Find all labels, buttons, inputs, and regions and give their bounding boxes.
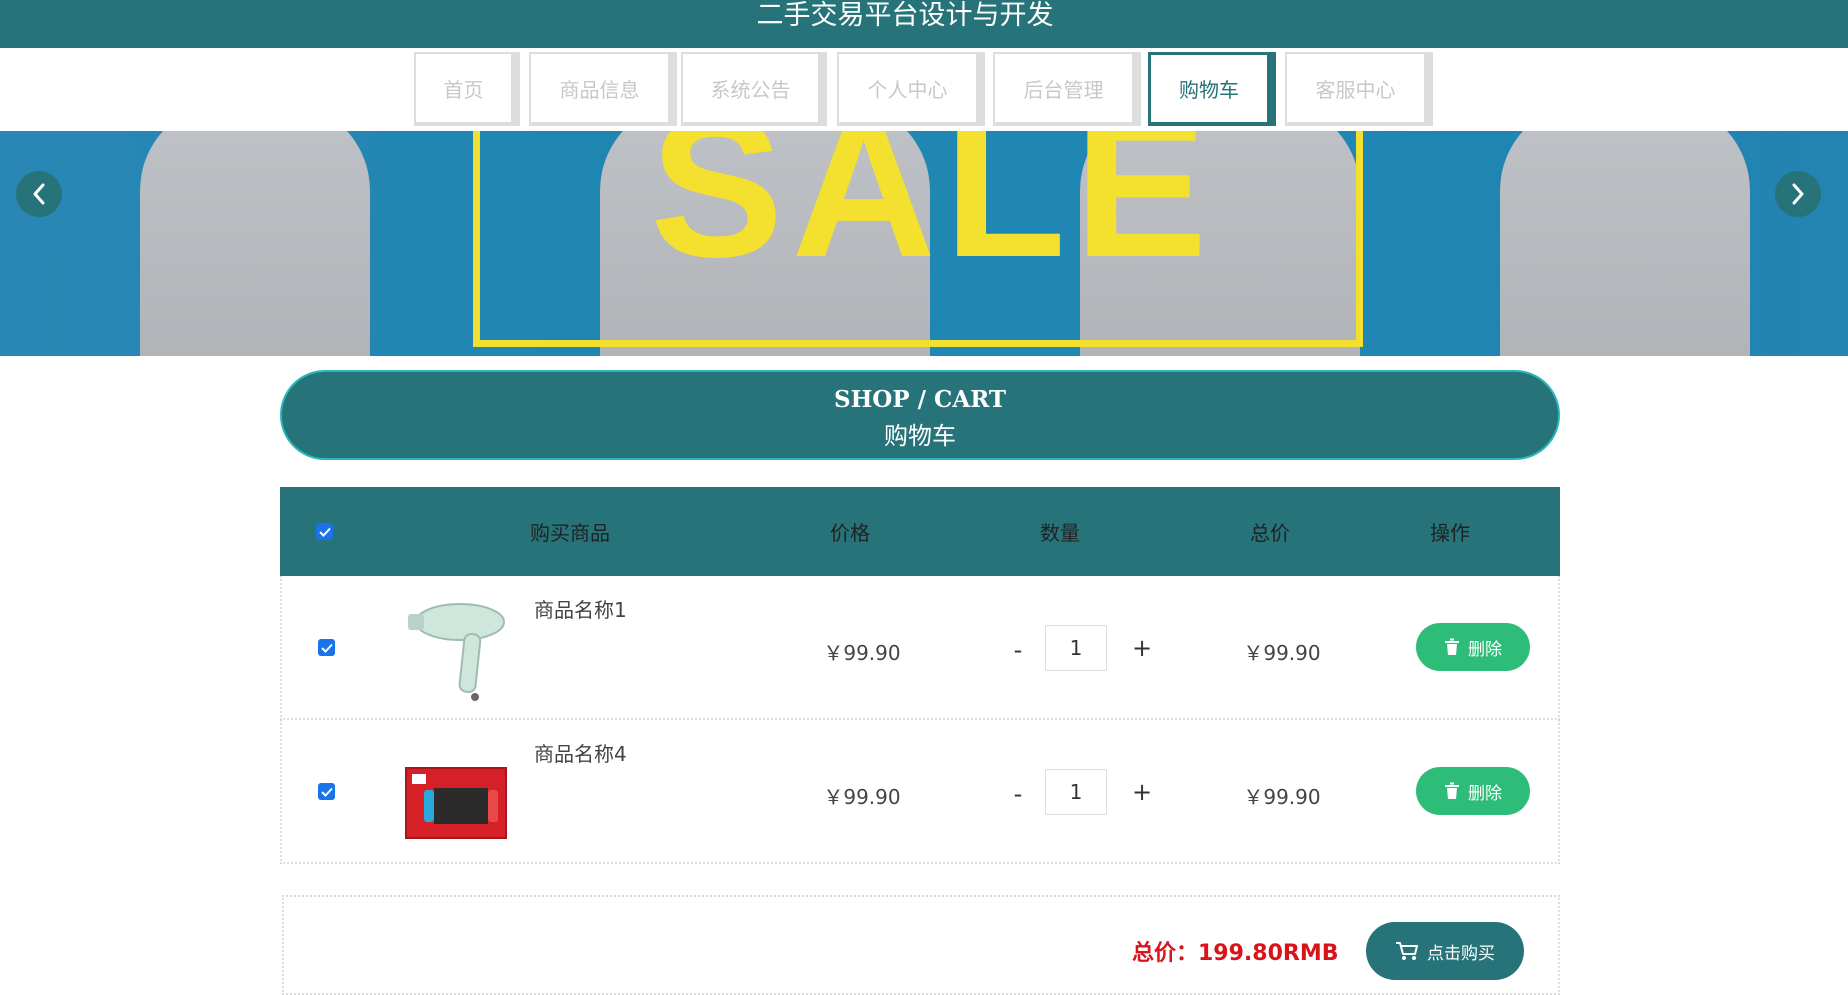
trash-icon [1445,638,1459,655]
header-total: 总价 [1250,521,1290,545]
quantity-input[interactable]: 1 [1045,625,1107,671]
banner-model [1500,131,1750,356]
table-header: 购买商品 价格 数量 总价 操作 [280,487,1560,576]
trash-icon [1445,782,1459,799]
nav-home[interactable]: 首页 [414,52,520,126]
row-total: ￥99.90 [1243,641,1321,665]
section-title-banner: SHOP / CART 购物车 [280,370,1560,460]
checkout-button[interactable]: 点击购买 [1366,922,1524,980]
hair-dryer-image[interactable] [400,594,510,704]
product-price: ￥99.90 [823,785,901,809]
delete-label: 删除 [1468,639,1502,660]
product-name[interactable]: 商品名称4 [534,738,627,767]
header-product: 购买商品 [530,521,610,545]
header-price: 价格 [830,521,870,545]
carousel-next-button[interactable] [1775,171,1821,217]
decrement-button[interactable]: - [1006,780,1030,808]
table-row: 商品名称4 ￥99.90 - 1 + ￥99.90 删除 [280,720,1560,864]
check-icon [320,643,333,653]
check-icon [320,787,333,797]
increment-button[interactable]: + [1130,778,1154,806]
product-name[interactable]: 商品名称1 [534,594,627,623]
row-total: ￥99.90 [1243,785,1321,809]
delete-button[interactable]: 删除 [1416,623,1530,671]
delete-button[interactable]: 删除 [1416,767,1530,815]
chevron-left-icon [33,183,45,205]
cart-icon [1396,942,1418,960]
row-checkbox[interactable] [318,783,335,800]
chevron-right-icon [1792,183,1804,205]
cart-total: 总价：199.80RMB [1132,941,1339,966]
nav-admin[interactable]: 后台管理 [993,52,1141,126]
nav-profile[interactable]: 个人中心 [837,52,985,126]
select-all-checkbox[interactable] [316,523,333,540]
nav-cart[interactable]: 购物车 [1148,52,1276,126]
increment-button[interactable]: + [1130,634,1154,662]
nav-products[interactable]: 商品信息 [529,52,677,126]
quantity-input[interactable]: 1 [1045,769,1107,815]
product-price: ￥99.90 [823,641,901,665]
decrement-button[interactable]: - [1006,636,1030,664]
top-bar: 二手交易平台设计与开发 [0,0,1848,48]
section-title-en: SHOP / CART [833,386,1007,413]
sale-text: SALE [650,131,1216,299]
checkout-label: 点击购买 [1427,943,1495,964]
table-row: 商品名称1 ￥99.90 - 1 + ￥99.90 删除 [280,576,1560,720]
carousel-prev-button[interactable] [16,171,62,217]
main-nav: 首页 商品信息 系统公告 个人中心 后台管理 购物车 客服中心 [0,51,1848,131]
check-icon [318,527,331,537]
sale-banner: SALE [0,131,1848,356]
nav-announcements[interactable]: 系统公告 [681,52,827,126]
game-console-box-image[interactable] [400,738,510,848]
delete-label: 删除 [1468,783,1502,804]
section-title-cn: 购物车 [884,422,956,450]
site-title: 二手交易平台设计与开发 [756,0,1054,31]
header-quantity: 数量 [1040,521,1080,545]
banner-model [140,131,370,356]
row-checkbox[interactable] [318,639,335,656]
header-action: 操作 [1430,521,1470,545]
nav-customer-service[interactable]: 客服中心 [1285,52,1433,126]
